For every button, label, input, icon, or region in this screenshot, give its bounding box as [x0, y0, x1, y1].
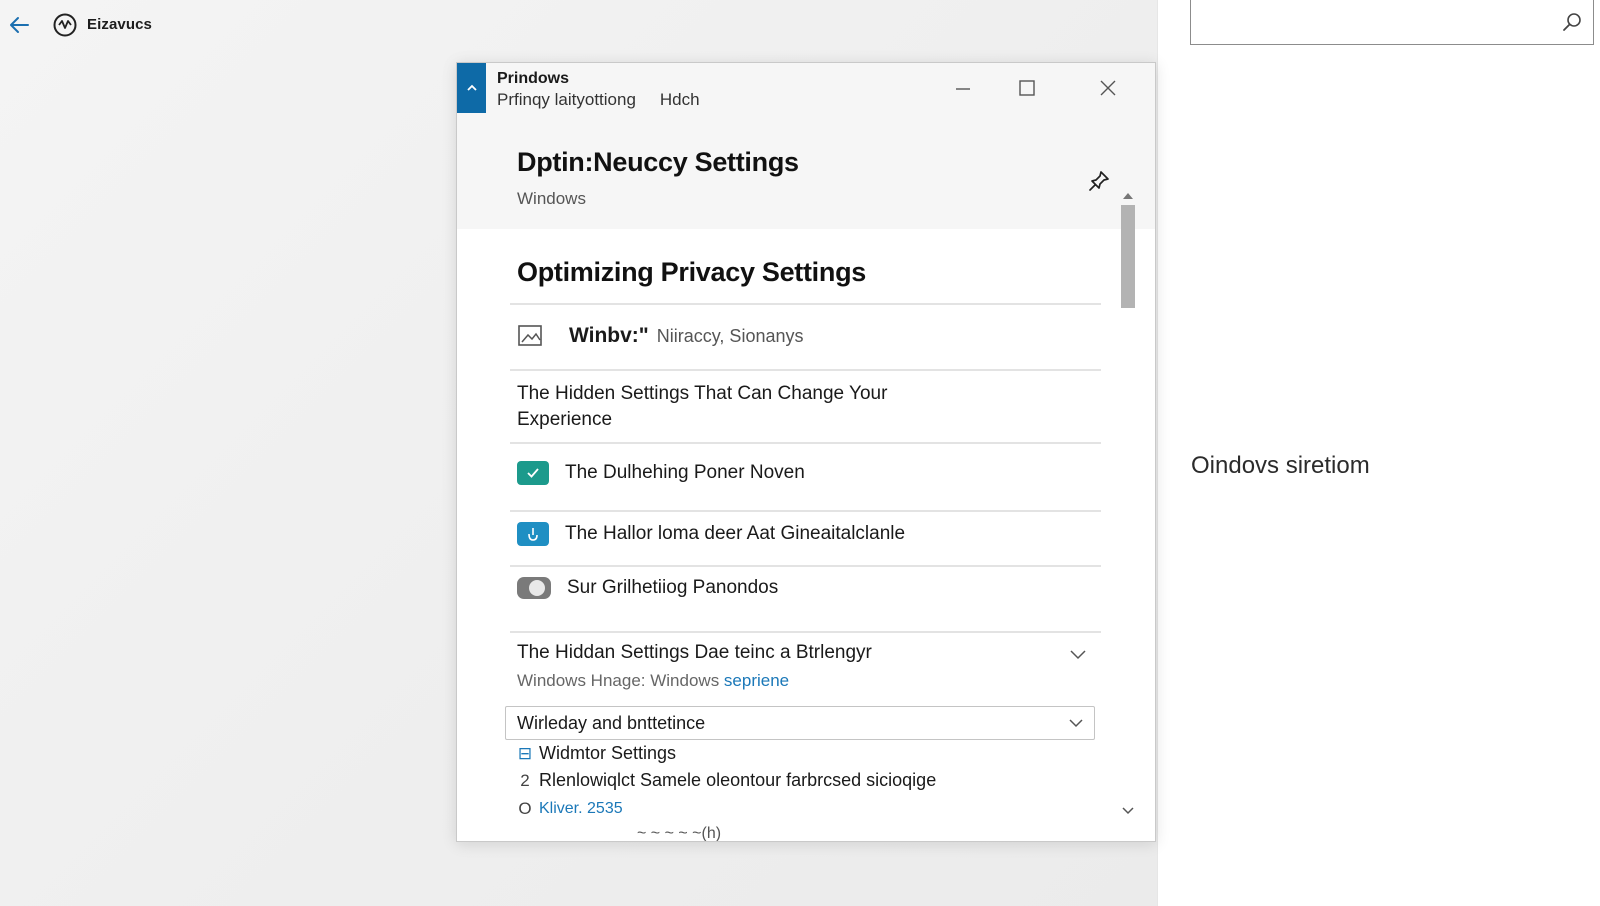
minimize-icon [956, 88, 970, 90]
title-bar: Prindows Prfinqy laityottiong Hdch [457, 63, 1155, 113]
back-button[interactable] [6, 12, 32, 38]
intro-paragraph: The Hidden Settings That Can Change Your… [517, 383, 888, 430]
app-name: Eizavucs [87, 16, 153, 33]
list-item-label: Sur Grilhetiiog Panondos [567, 577, 779, 598]
menu-bar: Prfinqy laityottiong Hdch [497, 90, 700, 110]
list-item-text: Widmtor Settings [539, 743, 677, 763]
expander-subtitle-text: Windows Hnage: Windows [517, 671, 724, 690]
divider [510, 442, 1101, 444]
list-mark: 2 [520, 770, 530, 790]
search-input[interactable] [1201, 10, 1541, 34]
dialog-content: Optimizing Privacy Settings Winbv:" Niir… [457, 229, 1137, 841]
lead-text: Niiraccy, Sionanys [656, 325, 804, 346]
close-button[interactable] [1090, 71, 1126, 105]
scroll-up-icon[interactable] [1122, 191, 1134, 201]
close-icon [1100, 80, 1116, 96]
clipped-text: ~ ~ ~ ~ ~(h) [637, 825, 722, 841]
list-item[interactable]: The Dulhehing Poner Noven [517, 461, 805, 485]
dialog-header: Dptin:Neuccy Settings Windows [457, 113, 1155, 229]
settings-select[interactable]: Wirleday and bnttetince [505, 706, 1095, 740]
select-value: Wirleday and bnttetince [517, 713, 706, 733]
header-subtitle: Windows [517, 189, 586, 208]
list-item[interactable]: Sur Grilhetiiog Panondos [517, 577, 778, 599]
expander-subtitle: Windows Hnage: Windows sepriene [517, 671, 789, 691]
list-item-text: Rlenlowiqlct Samele oleontour farbrcsed … [539, 770, 937, 790]
app-topbar: Eizavucs [0, 0, 400, 50]
collapse-button[interactable] [457, 63, 486, 113]
expander-title[interactable]: The Hiddan Settings Dae teinc a Btrlengy… [517, 642, 872, 664]
back-arrow-icon [10, 17, 29, 33]
search-icon[interactable] [1561, 11, 1583, 33]
list-item[interactable]: The Hallor loma deer Aat Gineaitalclanle [517, 522, 905, 546]
hand-icon [517, 522, 549, 546]
lead-bold-text: Winbv:" [569, 324, 649, 347]
list-mark: ⊟ [517, 743, 533, 763]
pin-icon[interactable] [1087, 169, 1111, 193]
settings-dialog: Prindows Prfinqy laityottiong Hdch Dptin… [456, 62, 1156, 842]
scrollbar[interactable] [1117, 191, 1139, 825]
chevron-down-icon[interactable] [1067, 643, 1089, 665]
menu-item-privacy[interactable]: Prfinqy laityottiong [497, 90, 636, 110]
divider [510, 303, 1101, 305]
divider [510, 565, 1101, 567]
divider [510, 510, 1101, 512]
list-mark: O [518, 799, 532, 818]
right-pane-text: Oindovs siretiom [1191, 452, 1370, 479]
app-logo-icon [53, 13, 77, 37]
image-icon [518, 325, 542, 346]
check-icon [517, 461, 549, 485]
list-item-label: The Hallor loma deer Aat Gineaitalclanle [565, 523, 906, 544]
chevron-down-icon [1069, 719, 1083, 728]
main-title: Optimizing Privacy Settings [517, 257, 866, 287]
list-item-label: The Dulhehing Poner Noven [565, 462, 805, 483]
right-pane: Oindovs siretiom [1157, 0, 1600, 906]
maximize-icon [1019, 80, 1035, 96]
scroll-thumb[interactable] [1121, 205, 1135, 308]
maximize-button[interactable] [1009, 71, 1045, 105]
list-item[interactable]: ⊟ Widmtor Settings [517, 743, 676, 764]
chevron-down-icon[interactable] [1122, 805, 1134, 815]
header-title: Dptin:Neuccy Settings [517, 147, 799, 177]
menu-item-help[interactable]: Hdch [660, 90, 700, 110]
lead-row: Winbv:" Niiraccy, Sionanys [517, 323, 803, 349]
expander-subtitle-link[interactable]: sepriene [724, 671, 789, 690]
list-item[interactable]: 2 Rlenlowiqlct Samele oleontour farbrcse… [517, 770, 936, 791]
search-box[interactable] [1190, 0, 1594, 45]
list-item-link[interactable]: Kliver. 2535 [539, 800, 623, 818]
divider [510, 631, 1101, 633]
divider [510, 369, 1101, 371]
list-item[interactable]: O Kliver. 2535 [517, 799, 623, 819]
chevron-up-icon [466, 84, 477, 91]
toggle-icon[interactable] [517, 577, 551, 599]
minimize-button[interactable] [945, 71, 981, 105]
window-title: Prindows [497, 70, 570, 87]
